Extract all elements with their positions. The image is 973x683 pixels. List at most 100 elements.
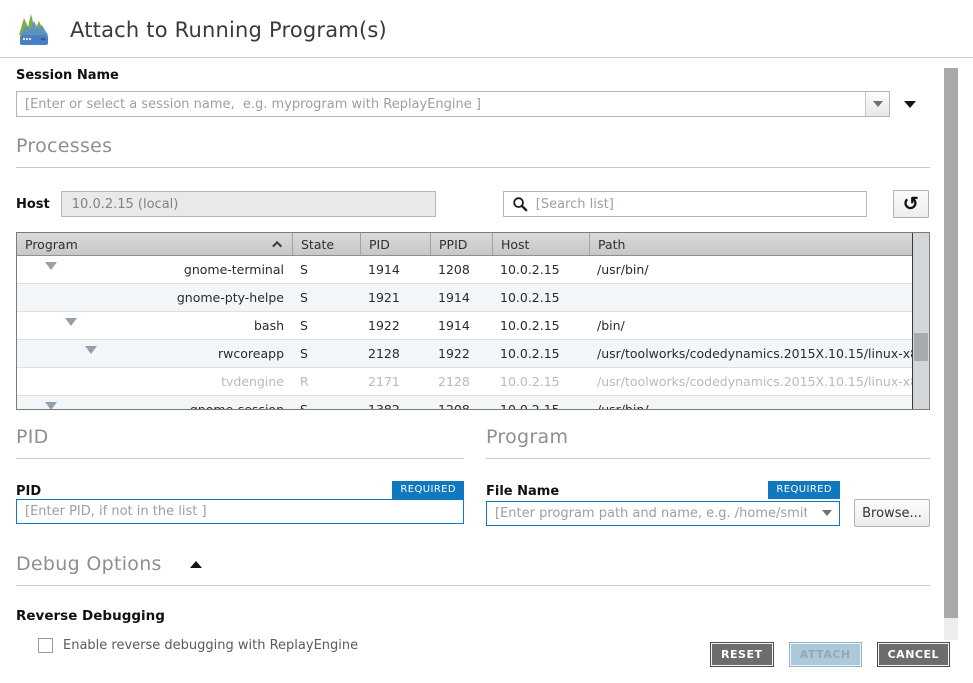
cell-ppid: 1914 [430,318,492,333]
processes-heading: Processes [16,135,112,157]
column-header-ppid[interactable]: PPID [430,233,492,255]
browse-button[interactable]: Browse... [854,499,930,527]
cell-path: /usr/bin/ [589,402,912,409]
expander-icon[interactable] [45,402,57,410]
column-header-pid[interactable]: PID [360,233,430,255]
debug-options-heading: Debug Options [16,553,162,575]
table-row[interactable]: gnome-pty-helpe S 1921 1914 10.0.2.15 [17,284,912,312]
table-row[interactable]: tvdengine R 2171 2128 10.0.2.15 /usr/too… [17,368,912,396]
table-row[interactable]: rwcoreapp S 2128 1922 10.0.2.15 /usr/too… [17,340,912,368]
cell-pid: 1914 [360,262,430,277]
cell-host: 10.0.2.15 [492,402,589,409]
file-name-label-row: File Name REQUIRED [486,481,840,499]
cell-program: rwcoreapp [17,346,292,362]
search-icon [512,196,528,212]
pid-label: PID [16,484,41,499]
page-scrollbar[interactable] [944,68,958,640]
pid-heading: PID [16,426,49,448]
process-table-header: Program State PID PPID Host Path [17,233,912,256]
host-label: Host [16,197,50,212]
cell-program: tvdengine [17,374,292,390]
collapse-section-icon[interactable] [190,561,202,568]
session-dropdown-button[interactable] [865,92,889,116]
cell-host: 10.0.2.15 [492,346,589,361]
table-scrollbar[interactable] [912,233,929,409]
replayengine-checkbox[interactable] [38,638,53,653]
processes-section-header: Processes [16,135,930,168]
search-input[interactable] [536,197,858,212]
chevron-down-icon [873,101,883,107]
reverse-debugging-label: Reverse Debugging [16,608,946,624]
program-heading: Program [486,426,568,448]
column-header-host[interactable]: Host [492,233,589,255]
cell-pid: 1922 [360,318,430,333]
search-box[interactable] [503,191,867,217]
cell-state: S [292,262,360,277]
cell-path: /usr/toolworks/codedynamics.2015X.10.15/… [589,346,912,361]
refresh-button[interactable]: ↺ [893,190,929,218]
file-name-combobox[interactable] [486,501,840,526]
pid-section-header: PID [16,426,464,459]
cell-pid: 2128 [360,346,430,361]
cell-path: /bin/ [589,318,912,333]
cell-ppid: 1208 [430,402,492,409]
cell-ppid: 1914 [430,290,492,305]
cancel-button[interactable]: CANCEL [877,642,950,667]
cell-state: S [292,402,360,409]
cell-state: S [292,346,360,361]
cell-pid: 2171 [360,374,430,389]
expander-icon[interactable] [85,346,97,362]
program-section-header: Program [486,426,930,459]
cell-host: 10.0.2.15 [492,318,589,333]
table-scrollbar-thumb[interactable] [914,333,928,361]
cell-path: /usr/toolworks/codedynamics.2015X.10.15/… [589,374,912,389]
session-menu-arrow-icon[interactable] [904,101,916,108]
file-name-input[interactable] [487,502,815,525]
page-scrollbar-thumb[interactable] [944,68,958,618]
cell-program: bash [17,318,292,334]
table-row[interactable]: gnome-terminal S 1914 1208 10.0.2.15 /us… [17,256,912,284]
attach-button[interactable]: ATTACH [789,642,862,667]
refresh-icon: ↺ [903,195,919,214]
pid-input[interactable] [16,499,464,524]
table-row[interactable]: bash S 1922 1914 10.0.2.15 /bin/ [17,312,912,340]
sort-ascending-icon [272,240,282,250]
file-name-required-badge: REQUIRED [768,481,840,499]
process-table-body: gnome-terminal S 1914 1208 10.0.2.15 /us… [17,256,912,409]
debug-options-section-header: Debug Options [16,553,930,586]
cell-program: gnome-terminal [17,262,292,278]
table-row[interactable]: gnome-session S 1382 1208 10.0.2.15 /usr… [17,396,912,409]
column-header-program[interactable]: Program [17,233,292,255]
process-table: Program State PID PPID Host Path [16,232,930,410]
expander-icon[interactable] [45,262,57,278]
replayengine-checkbox-label: Enable reverse debugging with ReplayEngi… [63,638,358,653]
cell-ppid: 2128 [430,374,492,389]
pid-required-badge: REQUIRED [392,481,464,499]
app-logo-icon [16,12,54,48]
cell-ppid: 1922 [430,346,492,361]
cell-state: S [292,318,360,333]
cell-state: S [292,290,360,305]
cell-path: /usr/bin/ [589,262,912,277]
column-header-state[interactable]: State [292,233,360,255]
chevron-down-icon [822,510,832,516]
pid-label-row: PID REQUIRED [16,481,464,499]
dialog-title: Attach to Running Program(s) [70,18,387,42]
cell-program: gnome-session [17,402,292,410]
pid-section: PID PID REQUIRED [16,426,464,527]
column-header-path[interactable]: Path [589,233,912,255]
expander-icon[interactable] [65,318,77,334]
cell-host: 10.0.2.15 [492,374,589,389]
cell-host: 10.0.2.15 [492,290,589,305]
session-name-input[interactable] [17,92,865,116]
cell-pid: 1382 [360,402,430,409]
session-name-label: Session Name [16,68,946,83]
dialog-header: Attach to Running Program(s) [0,0,973,58]
cell-state: R [292,374,360,389]
reset-button[interactable]: RESET [710,642,774,667]
file-name-dropdown-button[interactable] [815,502,839,525]
cell-ppid: 1208 [430,262,492,277]
host-input [61,191,436,217]
session-name-combobox[interactable] [16,91,890,117]
program-section: Program File Name REQUIRED Browse... [486,426,930,527]
